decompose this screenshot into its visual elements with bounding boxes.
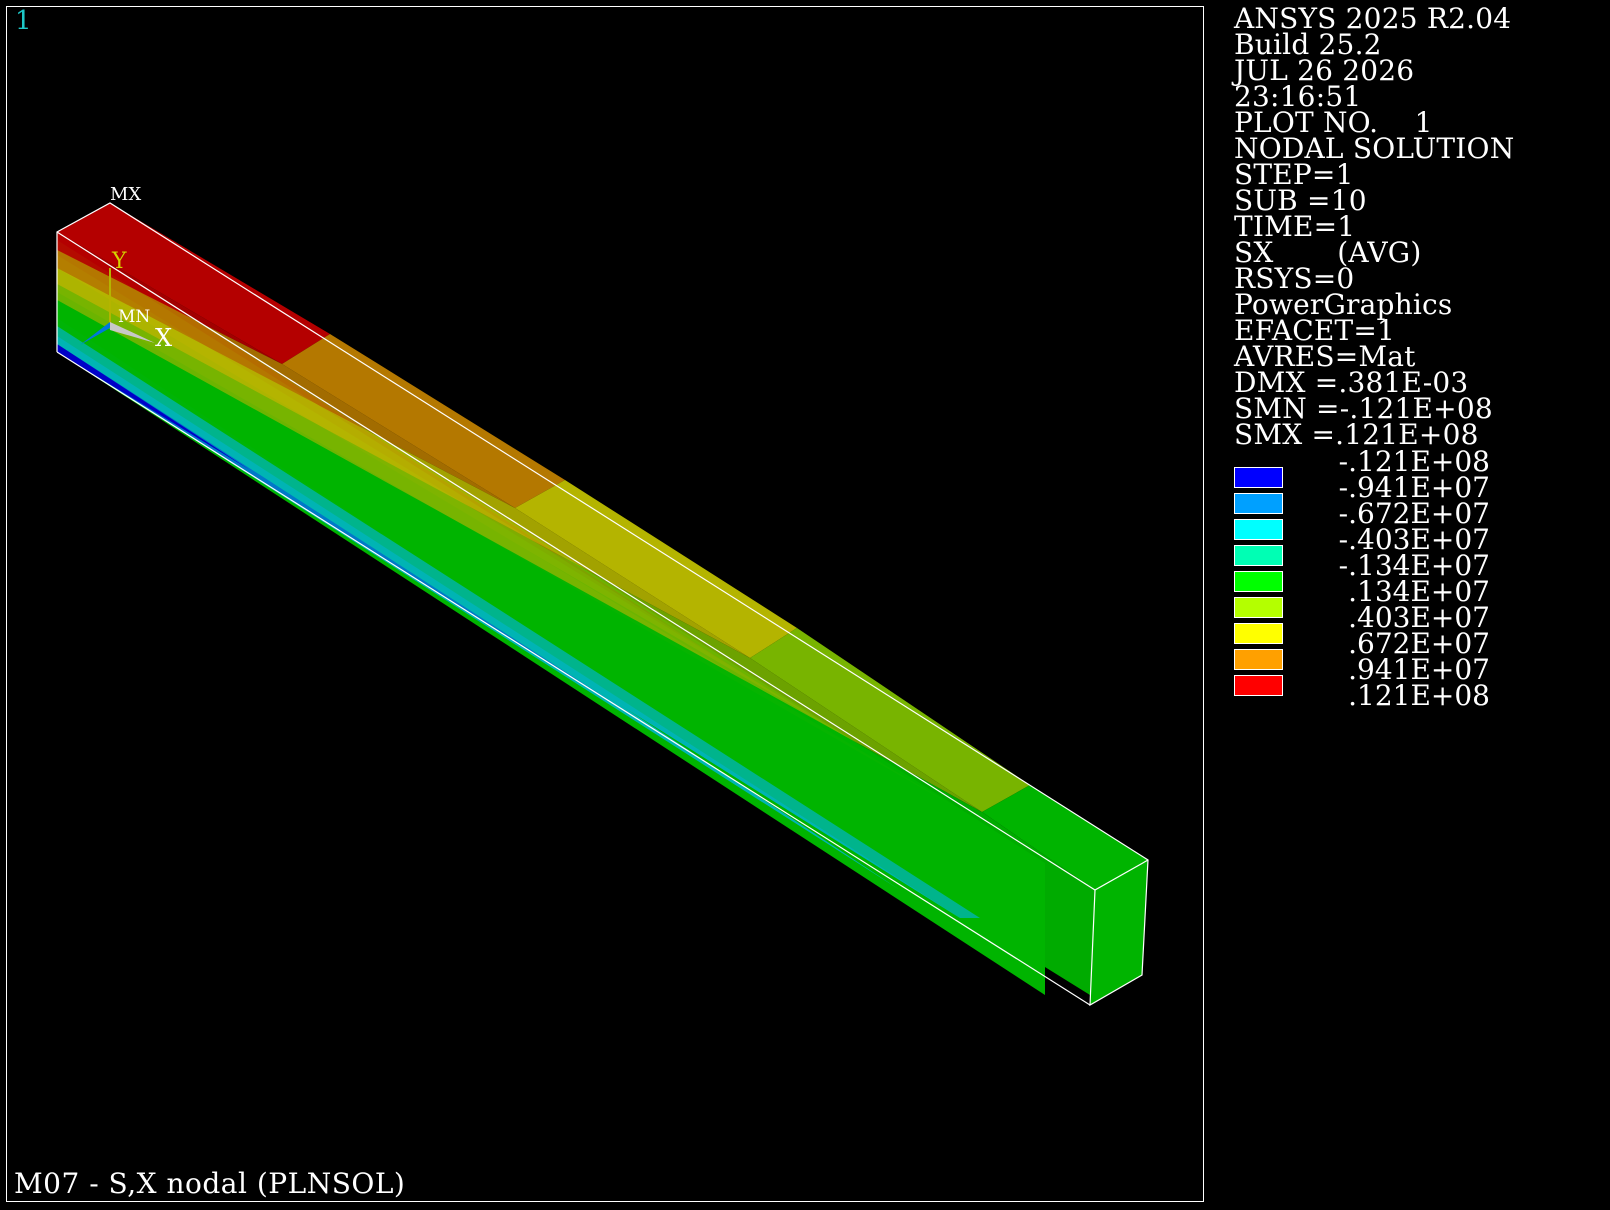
beam-model[interactable]: MX Y X MN [0, 0, 1210, 1210]
info-panel: ANSYS 2025 R2.04 Build 25.2 JUL 26 2026 23:… [1234, 5, 1604, 449]
legend-row: .121E+08 [1234, 679, 1534, 712]
triad-x-label: X [155, 324, 172, 352]
triad-y-label: Y [111, 249, 127, 274]
max-marker: MX [110, 184, 141, 205]
legend-value: .121E+08 [1348, 679, 1490, 712]
beam-side-bands [57, 232, 1095, 995]
plot-caption: M07 - S,X nodal (PLNSOL) [14, 1167, 406, 1200]
contour-legend: -.121E+08 -.941E+07 -.672E+07 -.403E+07 -.13… [1234, 448, 1534, 712]
beam-top-face [57, 203, 1148, 890]
min-marker: MN [118, 307, 150, 327]
